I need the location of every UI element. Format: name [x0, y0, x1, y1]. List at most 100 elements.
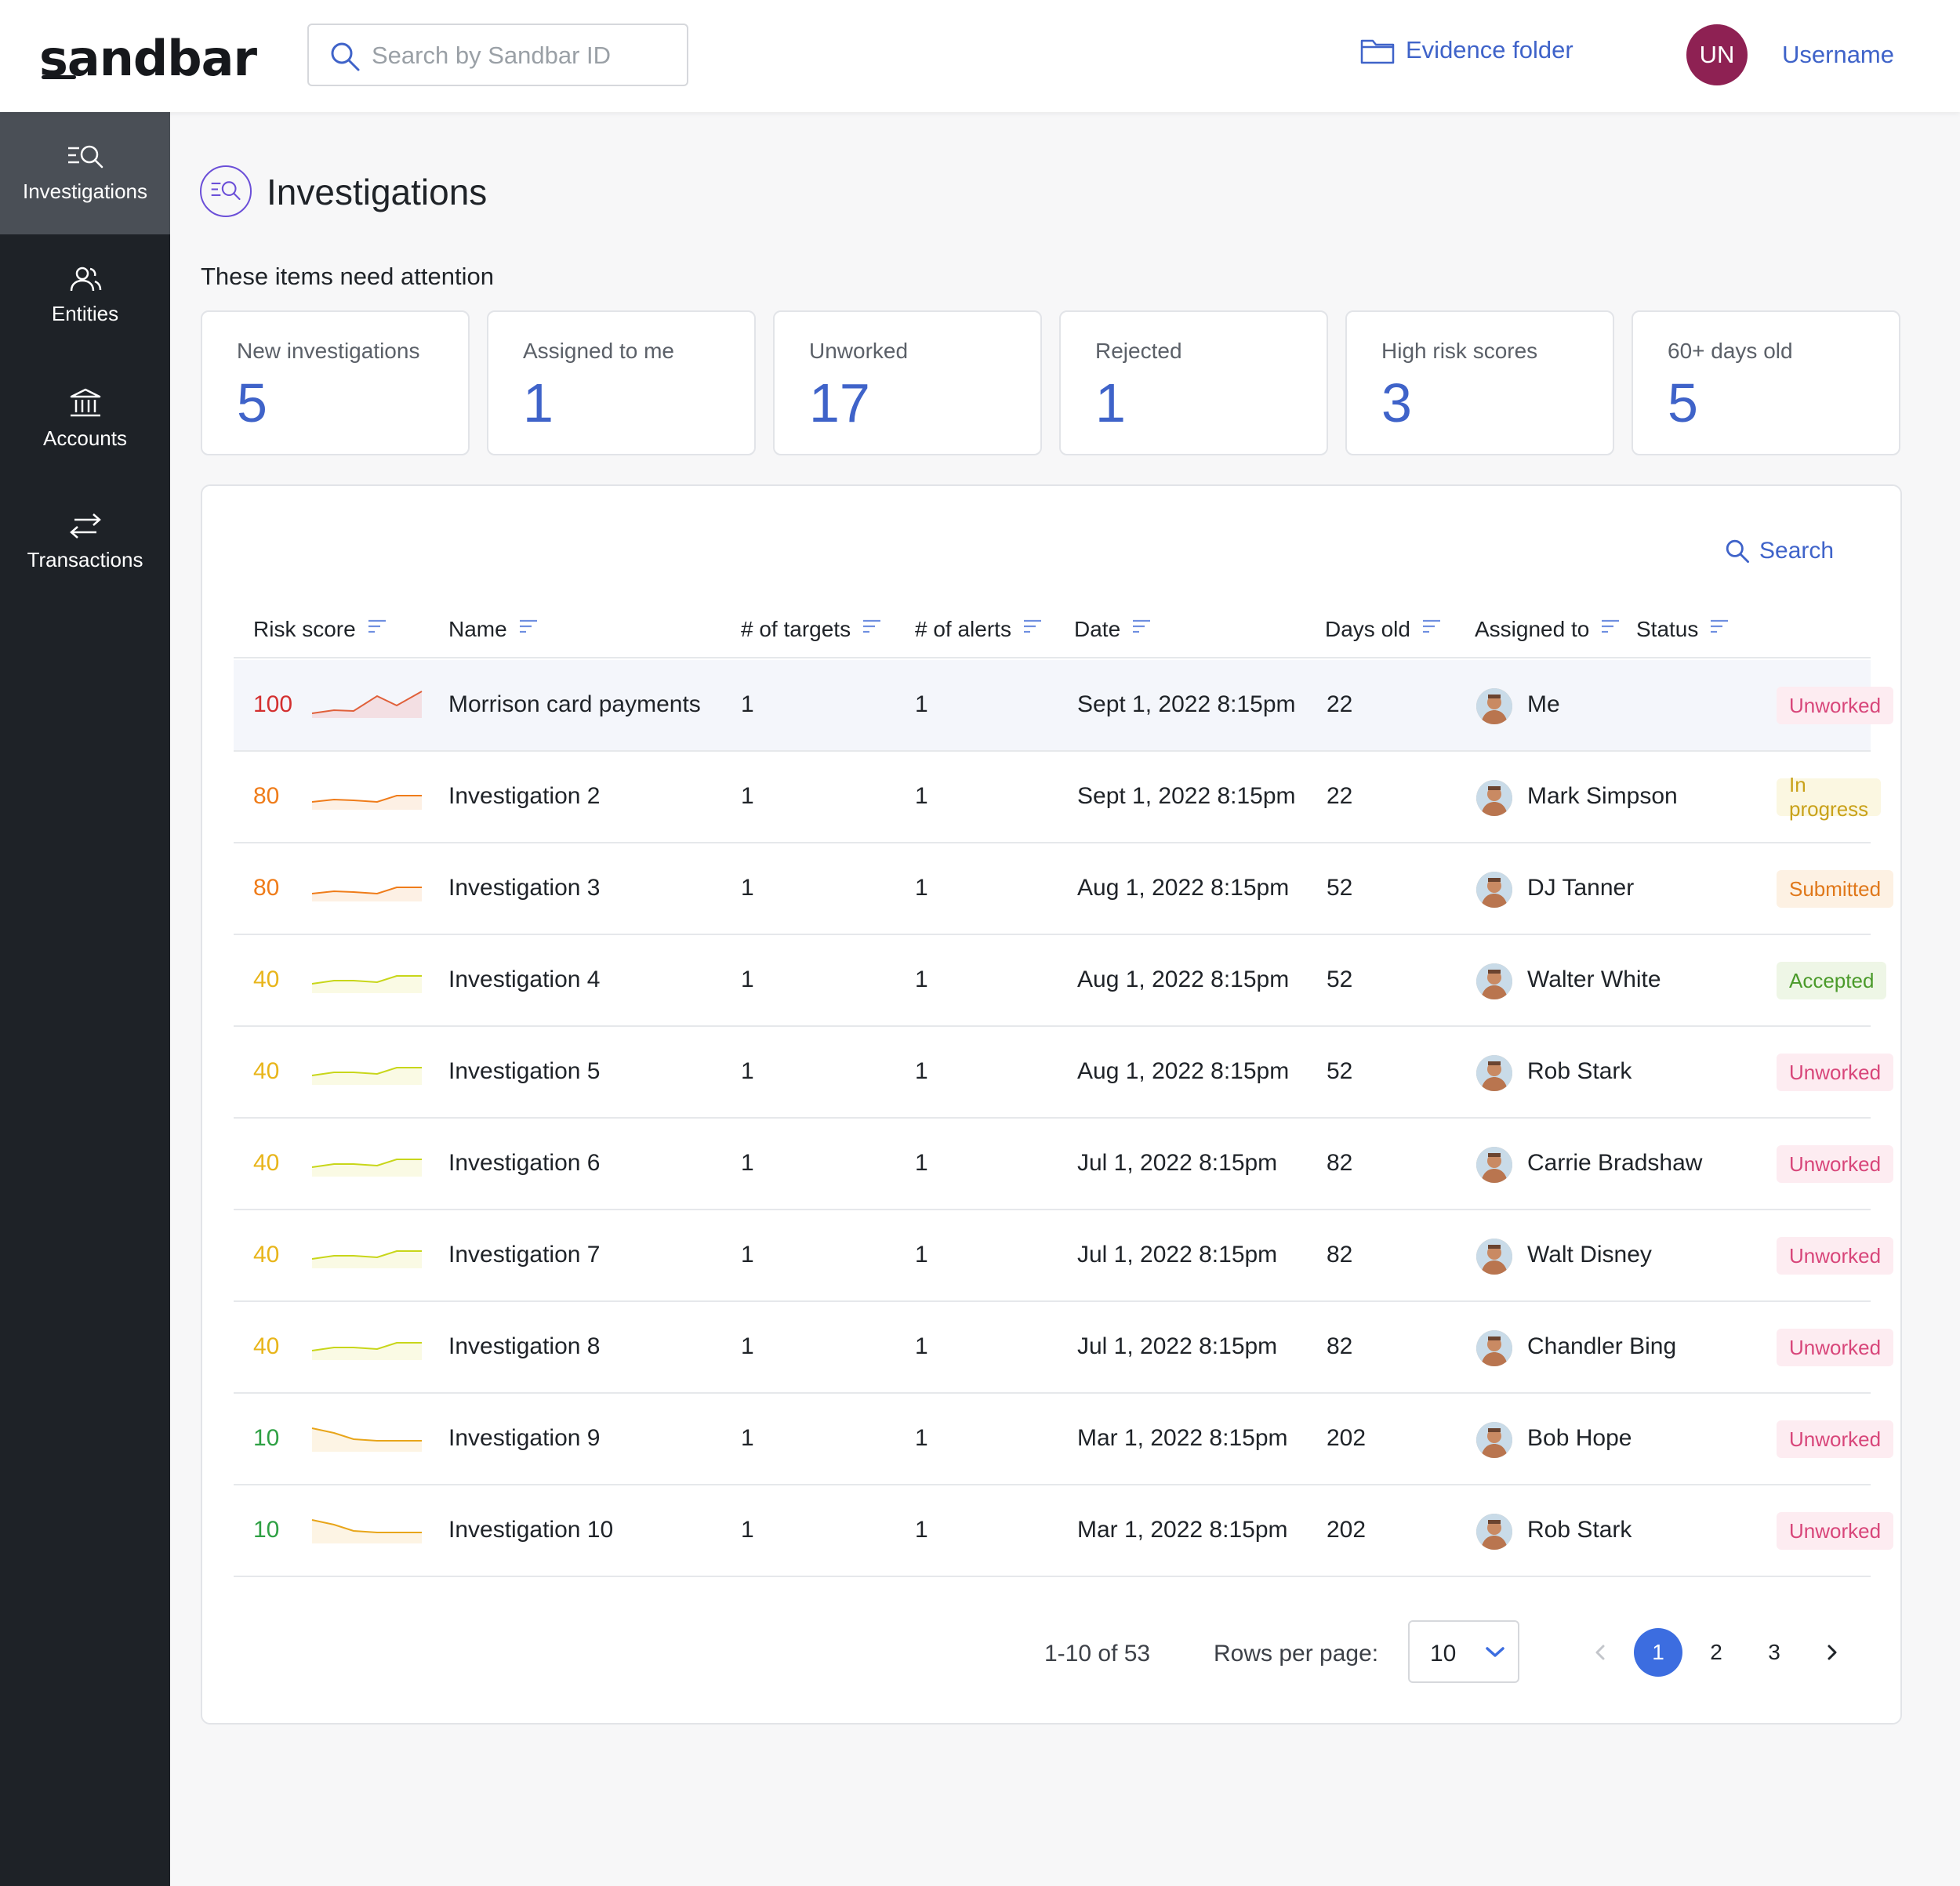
alerts-count: 1 [915, 691, 928, 717]
table-row[interactable]: 40 Investigation 6 1 1 Jul 1, 2022 8:15pm 82 C… [234, 1119, 1894, 1210]
table-row[interactable]: 80 Investigation 3 1 1 Aug 1, 2022 8:15pm 52 D… [234, 843, 1894, 935]
sandbar-id-search[interactable] [307, 24, 688, 86]
investigation-name: Investigation 2 [448, 783, 601, 809]
days-old: 22 [1327, 691, 1353, 717]
table-row[interactable]: 80 Investigation 2 1 1 Sept 1, 2022 8:15pm 22… [234, 752, 1882, 843]
investigation-date: Sept 1, 2022 8:15pm [1077, 691, 1296, 717]
table-row[interactable]: 10 Investigation 9 1 1 Mar 1, 2022 8:15pm 202… [234, 1394, 1894, 1485]
sidebar-item-investigations[interactable]: Investigations [0, 112, 170, 234]
investigation-name: Investigation 5 [448, 1058, 601, 1084]
days-old: 82 [1327, 1150, 1353, 1176]
table-row[interactable]: 40 Investigation 4 1 1 Aug 1, 2022 8:15pm 52 W… [234, 935, 1887, 1027]
card-value: 1 [523, 372, 554, 433]
assignee-name: Rob Stark [1527, 1058, 1632, 1084]
days-old: 52 [1327, 1058, 1353, 1084]
alerts-count: 1 [915, 1333, 928, 1359]
targets-count: 1 [741, 967, 754, 992]
card-new-investigations[interactable]: New investigations 5 [201, 310, 470, 455]
assignee-avatar [1476, 1422, 1512, 1458]
username-link[interactable]: Username [1782, 41, 1894, 69]
sort-icon [368, 619, 386, 633]
days-old: 202 [1327, 1517, 1367, 1543]
sidebar: Investigations Entities Accounts Transac… [0, 112, 170, 1886]
card-label: Assigned to me [523, 339, 674, 363]
card-60-days-old[interactable]: 60+ days old 5 [1632, 310, 1900, 455]
risk-score: 10 [253, 1517, 280, 1543]
assignee-name: Walter White [1527, 967, 1661, 992]
assignee-avatar [1476, 1330, 1512, 1366]
next-page-button[interactable] [1808, 1628, 1857, 1677]
risk-score: 40 [253, 1150, 280, 1176]
investigation-name: Investigation 6 [448, 1150, 601, 1176]
sort-icon [1711, 619, 1729, 633]
table-row[interactable]: 40 Investigation 5 1 1 Aug 1, 2022 8:15pm 52 R… [234, 1027, 1894, 1119]
assignee-name: Mark Simpson [1527, 783, 1678, 809]
rows-per-page-select[interactable]: 10 [1408, 1620, 1519, 1683]
investigation-date: Aug 1, 2022 8:15pm [1077, 967, 1290, 992]
alerts-count: 1 [915, 1242, 928, 1268]
targets-count: 1 [741, 1242, 754, 1268]
days-old: 82 [1327, 1333, 1353, 1359]
risk-score: 40 [253, 967, 280, 992]
targets-count: 1 [741, 1333, 754, 1359]
alerts-count: 1 [915, 1058, 928, 1084]
risk-sparkline [311, 795, 422, 810]
rows-per-page-label: Rows per page: [1214, 1641, 1379, 1667]
user-avatar[interactable]: UN [1686, 24, 1748, 85]
investigation-name: Investigation 4 [448, 967, 601, 992]
alerts-count: 1 [915, 875, 928, 901]
page-button-3[interactable]: 3 [1750, 1628, 1798, 1677]
card-assigned-to-me[interactable]: Assigned to me 1 [487, 310, 756, 455]
assignee-avatar [1476, 1239, 1512, 1275]
assignee-avatar [1476, 963, 1512, 999]
card-value: 3 [1381, 372, 1412, 433]
column-header-name[interactable]: Name [448, 617, 539, 642]
table-row[interactable]: 40 Investigation 8 1 1 Jul 1, 2022 8:15pm 82 C… [234, 1302, 1894, 1394]
column-header-date[interactable]: Date [1074, 617, 1152, 642]
sidebar-item-transactions[interactable]: Transactions [0, 481, 170, 603]
column-header-days-old[interactable]: Days old [1325, 617, 1442, 642]
card-rejected[interactable]: Rejected 1 [1059, 310, 1328, 455]
table-row[interactable]: 100 Morrison card payments 1 1 Sept 1, 2022 … [234, 660, 1894, 752]
column-header-status[interactable]: Status [1636, 617, 1730, 642]
column-header-risk-score[interactable]: Risk score [253, 617, 387, 642]
column-header-alerts[interactable]: # of alerts [915, 617, 1043, 642]
risk-sparkline [311, 1250, 422, 1268]
sandbar-logo[interactable]: sandbar [39, 30, 257, 87]
bank-icon [70, 388, 100, 416]
column-header-assigned-to[interactable]: Assigned to [1475, 617, 1621, 642]
risk-sparkline [311, 887, 422, 901]
risk-score: 40 [253, 1333, 280, 1359]
table-row[interactable]: 10 Investigation 10 1 1 Mar 1, 2022 8:15pm 20… [234, 1485, 1894, 1577]
attention-heading: These items need attention [201, 263, 494, 290]
table-search-button[interactable]: Search [1725, 538, 1834, 564]
assignee-name: Rob Stark [1527, 1517, 1632, 1543]
card-label: Rejected [1095, 339, 1182, 363]
investigation-name: Investigation 9 [448, 1425, 601, 1451]
assignee-avatar [1476, 1055, 1512, 1091]
entities-icon [70, 267, 101, 291]
targets-count: 1 [741, 1517, 754, 1543]
investigation-name: Morrison card payments [448, 691, 701, 717]
card-high-risk-scores[interactable]: High risk scores 3 [1345, 310, 1614, 455]
risk-score: 40 [253, 1242, 280, 1268]
search-input[interactable] [372, 39, 670, 72]
assignee-avatar [1476, 872, 1512, 908]
sidebar-item-entities[interactable]: Entities [0, 234, 170, 357]
sidebar-item-accounts[interactable]: Accounts [0, 357, 170, 480]
card-value: 5 [237, 372, 267, 433]
sort-icon [1422, 619, 1440, 633]
pagination-range: 1-10 of 53 [1044, 1641, 1151, 1667]
table-row[interactable]: 40 Investigation 7 1 1 Jul 1, 2022 8:15pm 82 W… [234, 1210, 1894, 1302]
evidence-folder-link[interactable]: Evidence folder [1360, 36, 1573, 64]
card-unworked[interactable]: Unworked 17 [773, 310, 1042, 455]
card-label: 60+ days old [1668, 339, 1793, 363]
column-header-targets[interactable]: # of targets [741, 617, 882, 642]
assignee-name: Bob Hope [1527, 1425, 1632, 1451]
card-label: Unworked [809, 339, 909, 363]
prev-page-button[interactable] [1576, 1628, 1624, 1677]
days-old: 52 [1327, 875, 1353, 901]
page-button-2[interactable]: 2 [1692, 1628, 1740, 1677]
page-button-1[interactable]: 1 [1634, 1628, 1682, 1677]
risk-sparkline [311, 1427, 422, 1452]
